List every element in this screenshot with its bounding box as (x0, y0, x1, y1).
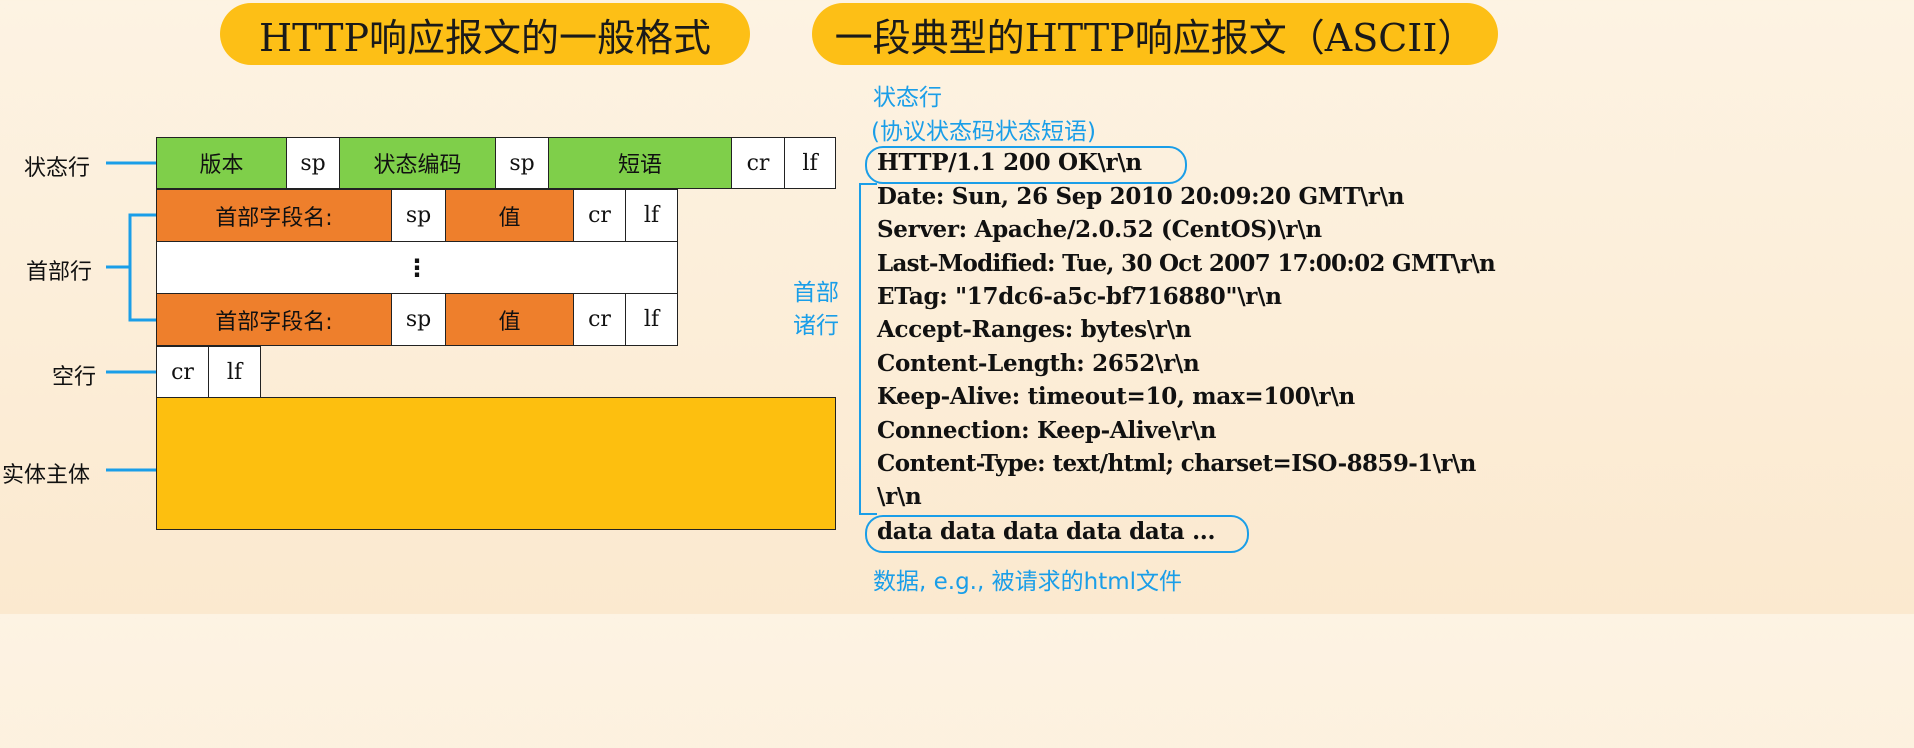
header-line: Last-Modified: Tue, 30 Oct 2007 17:00:02… (877, 250, 1496, 277)
status-sp1-cell: sp (286, 137, 340, 189)
header-line: Keep-Alive: timeout=10, max=100\r\n (877, 383, 1355, 410)
header-ellipsis-cell: ⋮ (156, 241, 678, 294)
header-line: ETag: "17dc6-a5c-bf716880"\r\n (877, 283, 1282, 310)
status-code-cell: 状态编码 (339, 137, 496, 189)
status-lf-cell: lf (784, 137, 836, 189)
header-sp-cell: sp (391, 189, 446, 242)
data-line-text: data data data data data ... (877, 518, 1216, 545)
row-label-body: 实体主体 (2, 463, 91, 488)
row-label-blank: 空行 (52, 365, 97, 390)
header-lf-cell: lf (625, 293, 678, 346)
header-line: Date: Sun, 26 Sep 2010 20:09:20 GMT\r\n (877, 183, 1405, 210)
header-line: Connection: Keep-Alive\r\n (877, 417, 1217, 444)
header-lines-note: 首部 (793, 280, 839, 306)
header-lf-cell: lf (625, 189, 678, 242)
status-cr-cell: cr (731, 137, 785, 189)
header-name-cell: 首部字段名: (156, 189, 392, 242)
header-sp-cell: sp (391, 293, 446, 346)
status-line-note-detail: (协议状态码状态短语) (871, 119, 1096, 145)
header-value-cell: 值 (445, 189, 574, 242)
header-line: Content-Length: 2652\r\n (877, 350, 1200, 377)
header-cr-cell: cr (573, 189, 626, 242)
status-sp2-cell: sp (495, 137, 549, 189)
header-line: Content-Type: text/html; charset=ISO-885… (877, 450, 1476, 477)
row-label-status: 状态行 (24, 156, 91, 181)
entity-body-block (156, 397, 836, 530)
header-line: Accept-Ranges: bytes\r\n (877, 316, 1192, 343)
blank-lf-cell: lf (208, 346, 261, 398)
left-title: HTTP响应报文的一般格式 (220, 3, 750, 65)
blank-line-text: \r\n (877, 483, 922, 510)
status-line-note: 状态行 (873, 85, 942, 111)
header-value-cell: 值 (445, 293, 574, 346)
status-line-text: HTTP/1.1 200 OK\r\n (877, 149, 1142, 176)
row-label-header: 首部行 (26, 260, 93, 285)
header-name-cell: 首部字段名: (156, 293, 392, 346)
status-phrase-cell: 短语 (548, 137, 732, 189)
header-lines-note-2: 诸行 (793, 313, 839, 339)
blank-cr-cell: cr (156, 346, 209, 398)
right-title: 一段典型的HTTP响应报文（ASCII） (812, 3, 1498, 65)
header-line: Server: Apache/2.0.52 (CentOS)\r\n (877, 216, 1322, 243)
header-cr-cell: cr (573, 293, 626, 346)
data-note: 数据, e.g., 被请求的html文件 (873, 569, 1183, 595)
status-version-cell: 版本 (156, 137, 287, 189)
